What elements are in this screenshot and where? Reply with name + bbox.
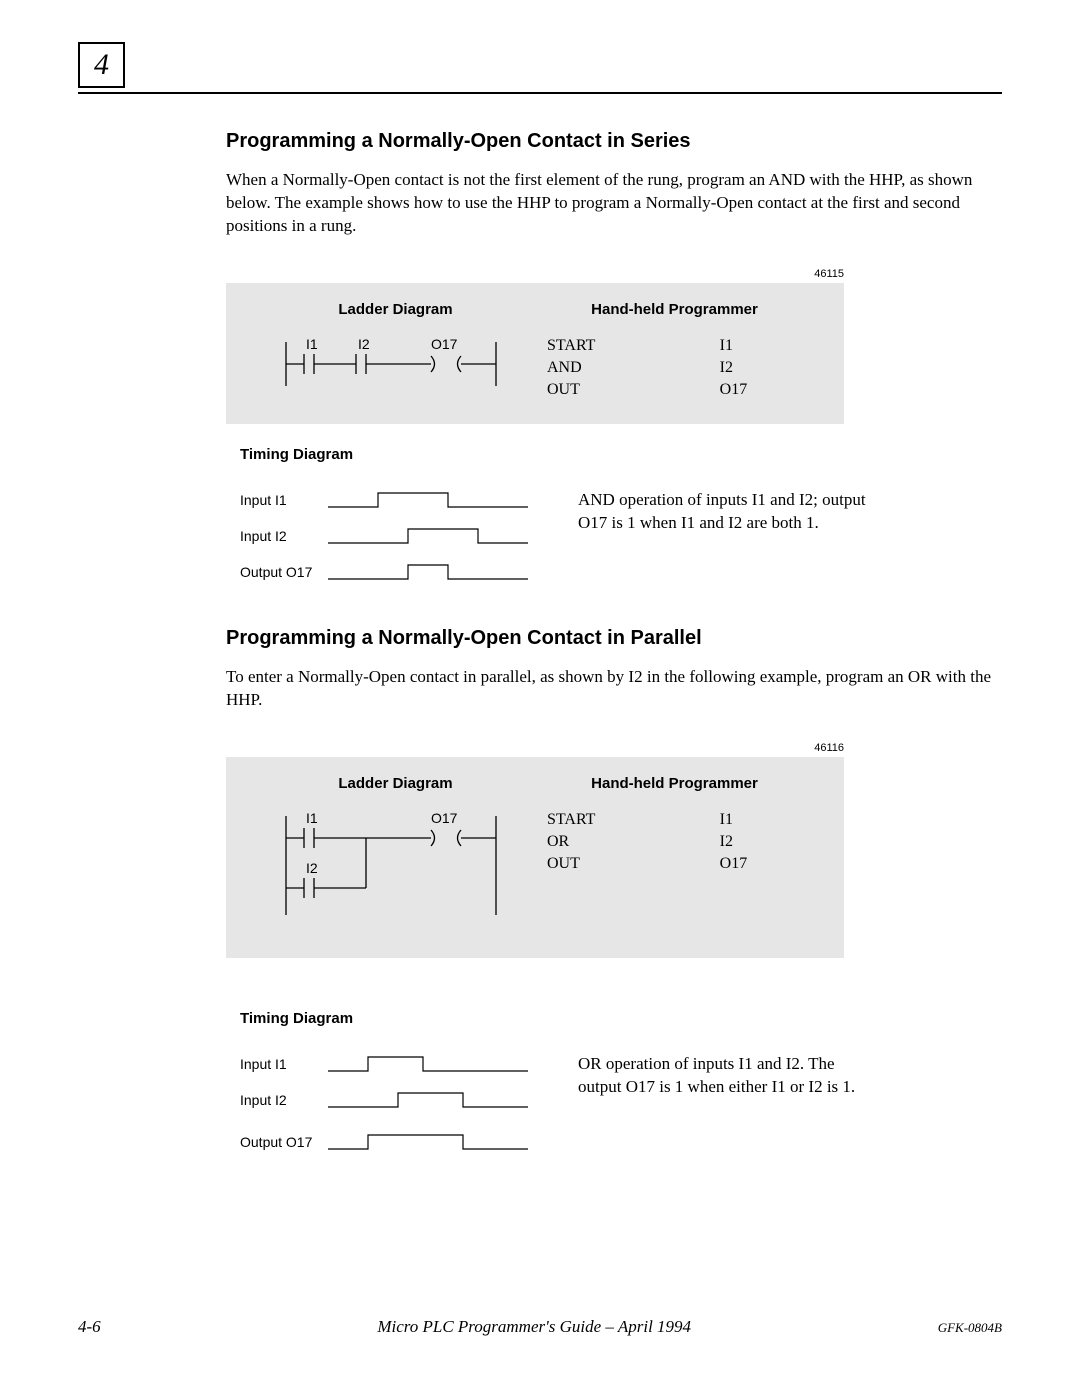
label-o17: O17: [431, 336, 458, 352]
timing-row-o17-p: Output O17: [240, 1131, 996, 1153]
timing-row-o17: Output O17: [240, 561, 996, 583]
hhp-parallel: Hand-held Programmer STARTI1 ORI2 OUTO17: [535, 775, 814, 918]
section1-title: Programming a Normally-Open Contact in S…: [226, 130, 996, 153]
svg-text:I2: I2: [306, 860, 318, 876]
hhp-row: STARTI1: [537, 336, 812, 356]
ladder-svg-series: I1 I2 O17: [266, 334, 525, 394]
timing-wave-o17-p: [328, 1131, 528, 1153]
svg-text:I1: I1: [306, 810, 318, 826]
series-example-panel: Ladder Diagram: [226, 283, 844, 424]
timing-wave-i2: [328, 525, 528, 547]
timing-explain-1: AND operation of inputs I1 and I2; outpu…: [578, 489, 868, 535]
chapter-number: 4: [94, 48, 109, 81]
ladder-header-1: Ladder Diagram: [256, 301, 535, 318]
hhp-row: OUTO17: [537, 854, 812, 874]
header-rule: [78, 92, 1002, 94]
book-title: Micro PLC Programmer's Guide – April 199…: [347, 1317, 691, 1337]
timing-wave-i1: [328, 489, 528, 511]
section2-paragraph: To enter a Normally-Open contact in para…: [226, 666, 996, 712]
timing-section-series: Timing Diagram AND operation of inputs I…: [240, 446, 996, 583]
hhp-row: OUTO17: [537, 380, 812, 400]
timing-wave-i2-p: [328, 1089, 528, 1111]
timing-explain-2: OR operation of inputs I1 and I2. The ou…: [578, 1053, 868, 1099]
ladder-header-2: Ladder Diagram: [256, 775, 535, 792]
chapter-number-box: 4: [78, 42, 125, 88]
parallel-example-panel: Ladder Diagram: [226, 757, 844, 958]
page-content: Programming a Normally-Open Contact in S…: [226, 130, 996, 1167]
figure-id-2: 46116: [226, 742, 849, 754]
hhp-row: STARTI1: [537, 810, 812, 830]
page-number: 4-6: [78, 1317, 101, 1337]
hhp-header-2: Hand-held Programmer: [535, 775, 814, 792]
hhp-row: ORI2: [537, 832, 812, 852]
page-footer: 4-6 Micro PLC Programmer's Guide – April…: [78, 1317, 1002, 1337]
label-i1: I1: [306, 336, 318, 352]
svg-text:O17: O17: [431, 810, 458, 826]
label-i2: I2: [358, 336, 370, 352]
timing-section-parallel: Timing Diagram OR operation of inputs I1…: [240, 1010, 996, 1153]
section1-paragraph: When a Normally-Open contact is not the …: [226, 169, 996, 238]
timing-wave-i1-p: [328, 1053, 528, 1075]
doc-id: GFK-0804B: [938, 1320, 1002, 1336]
timing-header-1: Timing Diagram: [240, 446, 996, 463]
figure-id-1: 46115: [226, 268, 849, 280]
section2-title: Programming a Normally-Open Contact in P…: [226, 627, 996, 650]
hhp-table-parallel: STARTI1 ORI2 OUTO17: [535, 808, 814, 876]
ladder-diagram-parallel: Ladder Diagram: [256, 775, 535, 918]
hhp-series: Hand-held Programmer STARTI1 ANDI2 OUTO1…: [535, 301, 814, 402]
hhp-table-series: STARTI1 ANDI2 OUTO17: [535, 334, 814, 402]
hhp-header-1: Hand-held Programmer: [535, 301, 814, 318]
ladder-svg-parallel: I1 I2 O17: [266, 808, 525, 918]
timing-wave-o17: [328, 561, 528, 583]
ladder-diagram-series: Ladder Diagram: [256, 301, 535, 402]
hhp-row: ANDI2: [537, 358, 812, 378]
timing-header-2: Timing Diagram: [240, 1010, 996, 1027]
